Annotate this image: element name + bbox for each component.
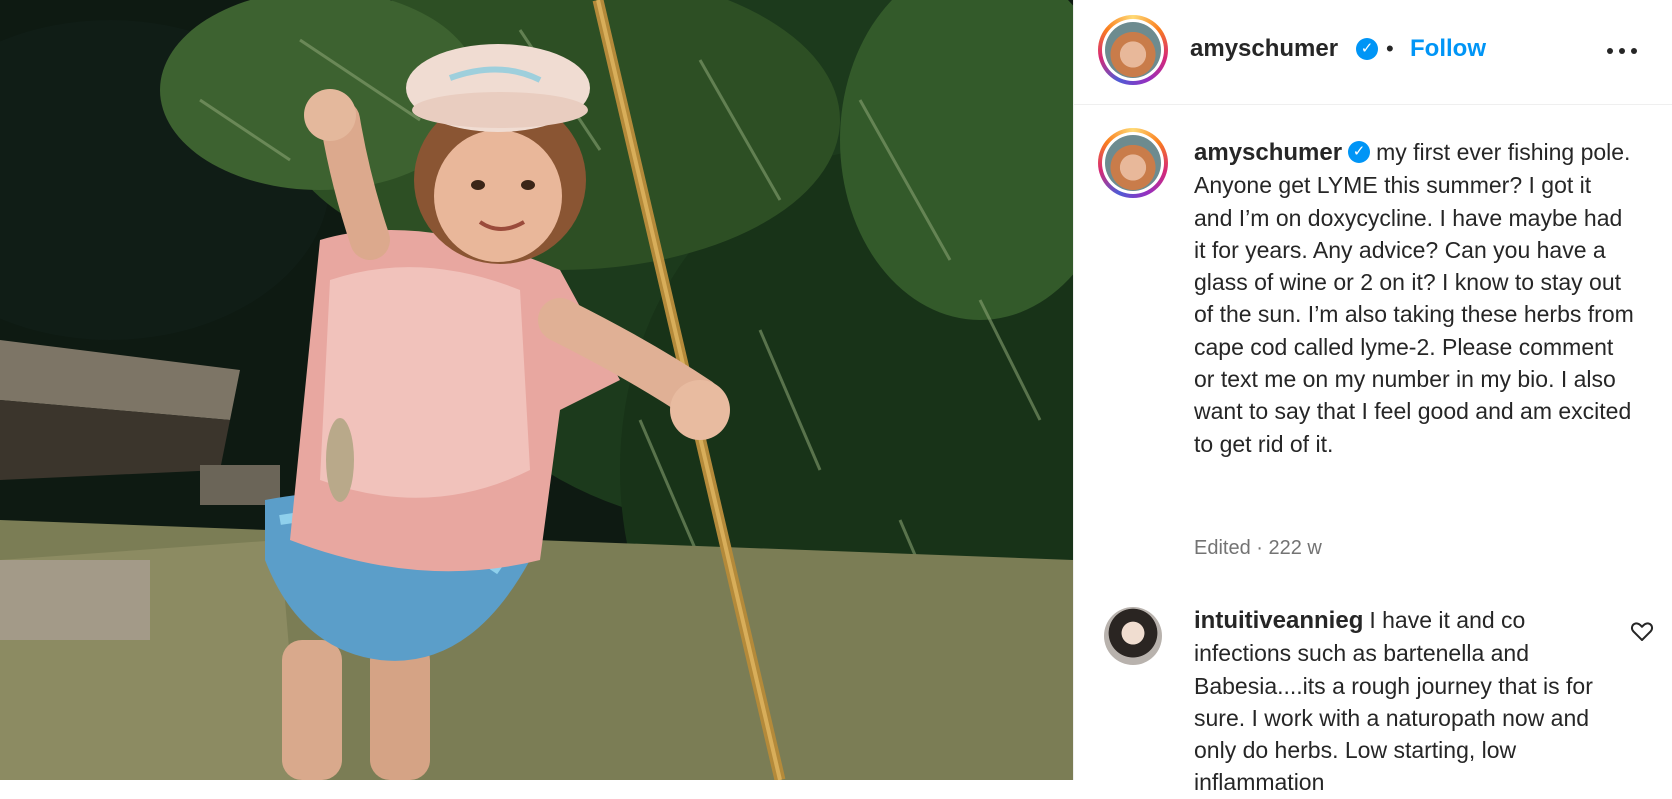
header-separator: •: [1386, 36, 1394, 61]
like-comment-heart-icon[interactable]: [1630, 620, 1654, 642]
verified-badge-icon: ✓: [1356, 38, 1378, 60]
comment-text: I have it and co infections such as bart…: [1194, 607, 1593, 796]
caption-verified-badge-icon: ✓: [1348, 140, 1371, 163]
comment-avatar[interactable]: [1104, 607, 1162, 665]
author-avatar[interactable]: [1098, 15, 1168, 85]
post-caption: amyschumer ✓ my first ever fishing pole. A…: [1194, 136, 1634, 460]
more-options-icon[interactable]: [1606, 36, 1638, 64]
photo-illustration: [0, 0, 1073, 780]
caption-username[interactable]: amyschumer: [1194, 139, 1342, 166]
post-photo[interactable]: [0, 0, 1073, 780]
post-side-panel: amyschumer ✓ • Follow amyschumer ✓ my firs…: [1073, 0, 1672, 795]
author-username[interactable]: amyschumer: [1190, 35, 1338, 63]
caption-text: my first ever fishing pole. Anyone get L…: [1194, 139, 1634, 457]
comment-username[interactable]: intuitiveannieg: [1194, 607, 1363, 634]
caption-author-avatar[interactable]: [1098, 128, 1168, 198]
follow-button[interactable]: Follow: [1410, 35, 1486, 63]
comment: intuitiveannieg I have it and co infectio…: [1194, 604, 1614, 799]
post-header: amyschumer ✓ • Follow: [1074, 0, 1672, 105]
post-meta: Edited · 222 w: [1194, 537, 1322, 559]
